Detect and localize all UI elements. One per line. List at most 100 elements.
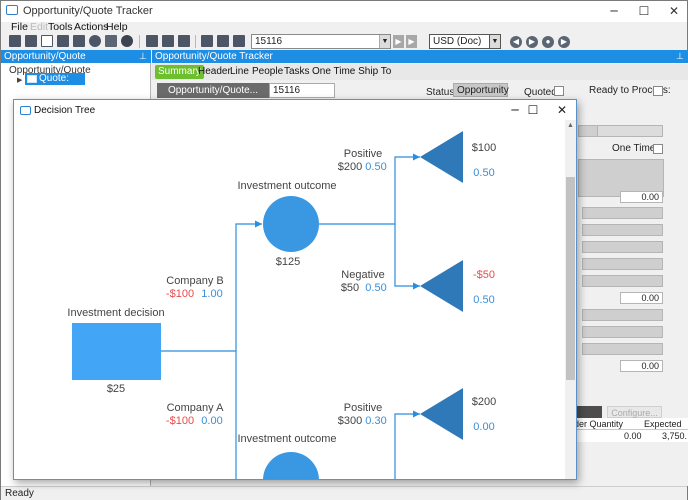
- leaf-2-prob: 0.50: [473, 294, 494, 306]
- quoted-checkbox[interactable]: [554, 86, 564, 96]
- save-icon[interactable]: [57, 35, 69, 47]
- leaf-node-2[interactable]: [420, 260, 463, 312]
- connector-negative-top: [394, 224, 420, 287]
- company-a-cost: -$100: [166, 415, 194, 427]
- binoculars-icon[interactable]: [201, 35, 213, 47]
- tab-one-time-ship-to[interactable]: One Time Ship To: [309, 65, 394, 79]
- refresh-nav-icon[interactable]: ●: [542, 36, 554, 48]
- decision-node[interactable]: [72, 323, 161, 380]
- left-panel-title: Opportunity/Quote: [4, 51, 86, 62]
- cut-icon[interactable]: [146, 35, 158, 47]
- ready-to-process-checkbox[interactable]: [653, 86, 663, 96]
- company-a-prob: 0.00: [201, 415, 222, 427]
- find-icon[interactable]: [9, 35, 21, 47]
- copy-icon[interactable]: [162, 35, 174, 47]
- menu-actions[interactable]: Actions: [74, 21, 108, 33]
- grid-cell-expected: 3,750.: [662, 431, 688, 441]
- outcome-top-value: $125: [276, 256, 300, 268]
- close-button[interactable]: ✕: [661, 3, 687, 19]
- arrow-head: [413, 410, 420, 418]
- tab-tasks[interactable]: Tasks: [281, 65, 313, 79]
- first-record-icon[interactable]: [217, 35, 229, 47]
- menu-edit[interactable]: Edit: [30, 21, 48, 33]
- maximize-button[interactable]: ☐: [631, 3, 657, 19]
- expand-arrow-icon[interactable]: ▶: [17, 76, 22, 84]
- brush-icon[interactable]: [105, 35, 117, 47]
- leaf-3-prob: 0.00: [473, 421, 494, 433]
- menu-file[interactable]: File: [11, 21, 28, 33]
- gray-field: [582, 275, 663, 287]
- chevron-down-icon[interactable]: ▼: [379, 35, 390, 48]
- last-record-icon[interactable]: ▶: [406, 35, 417, 48]
- leaf-1-value: $100: [472, 142, 496, 154]
- positive-bottom-prob: 0.30: [365, 415, 386, 427]
- tabstrip: Summary Header Line People Tasks One Tim…: [152, 64, 688, 80]
- gray-field: [582, 258, 663, 270]
- gray-field: [582, 309, 663, 321]
- negative-top-label: Negative: [341, 269, 384, 281]
- decision-label: Investment decision: [67, 307, 164, 319]
- main-titlebar[interactable]: Opportunity/Quote Tracker ─ ☐ ✕: [1, 1, 687, 22]
- statusbar: Ready: [1, 486, 687, 500]
- positive-top-prob: 0.50: [365, 161, 386, 173]
- positive-top-value: $200: [338, 161, 362, 173]
- arrow-head: [413, 282, 420, 290]
- grid-header: der Quantity Expected Qu: [572, 418, 688, 439]
- one-time-label: One Time:: [612, 143, 659, 154]
- dialog-window-icon: [20, 106, 31, 115]
- negative-top-value: $50: [341, 282, 359, 294]
- folder-icon: [27, 75, 37, 83]
- forward-icon[interactable]: [121, 35, 133, 47]
- back-icon[interactable]: ◀: [510, 36, 522, 48]
- chance-node-top[interactable]: [263, 196, 319, 252]
- menu-tools[interactable]: Tools: [48, 21, 73, 33]
- gray-field: [582, 241, 663, 253]
- company-b-prob: 1.00: [201, 288, 222, 300]
- gray-field: [582, 207, 663, 219]
- scrollbar-thumb[interactable]: [566, 177, 575, 380]
- gray-field: [582, 343, 663, 355]
- decision-tree-dialog: Decision Tree ─ ☐ ✕ Investment decision …: [13, 99, 577, 480]
- status-value: Opportunity: [453, 83, 509, 97]
- value-field: 0.00: [620, 360, 663, 372]
- grid-icon[interactable]: [25, 35, 37, 47]
- configure-button[interactable]: Configure...: [607, 406, 662, 418]
- grid-cell-quantity: 0.00: [624, 431, 642, 441]
- forward-nav-icon[interactable]: ▶: [526, 36, 538, 48]
- company-a-label: Company A: [167, 402, 225, 414]
- attach-icon[interactable]: [73, 35, 85, 47]
- decision-value: $25: [107, 383, 125, 395]
- paste-icon[interactable]: [178, 35, 190, 47]
- chevron-down-icon[interactable]: ▼: [489, 35, 500, 48]
- new-icon[interactable]: [41, 35, 53, 47]
- menu-help[interactable]: Help: [106, 21, 128, 33]
- positive-top-label: Positive: [344, 148, 383, 160]
- dialog-titlebar[interactable]: Decision Tree ─ ☐ ✕: [14, 100, 576, 120]
- one-time-checkbox[interactable]: [653, 144, 663, 154]
- main-window-title: Opportunity/Quote Tracker: [23, 5, 153, 17]
- gray-field: [582, 224, 663, 236]
- record-combo[interactable]: 15116: [251, 34, 391, 49]
- pin-icon[interactable]: ⊥: [676, 50, 684, 63]
- menubar: File Edit Tools Actions Help: [1, 21, 687, 34]
- dialog-maximize-button[interactable]: ☐: [520, 102, 546, 118]
- leaf-node-1[interactable]: [420, 131, 463, 183]
- value-field: 0.00: [620, 292, 663, 304]
- table-row[interactable]: 0.00 3,750.: [572, 430, 688, 442]
- minimize-button[interactable]: ─: [601, 3, 627, 19]
- refresh-icon[interactable]: [89, 35, 101, 47]
- toolbar-separator: [139, 35, 140, 48]
- opportunity-quote-button[interactable]: Opportunity/Quote...: [157, 83, 269, 98]
- next-record-icon[interactable]: ▶: [393, 35, 404, 48]
- leaf-2-value: -$50: [473, 269, 495, 281]
- right-panel-title: Opportunity/Quote Tracker: [155, 51, 273, 62]
- pin-icon[interactable]: ⊥: [139, 50, 147, 63]
- chance-node-bottom[interactable]: [263, 452, 319, 480]
- prev-record-icon[interactable]: [233, 35, 245, 47]
- opportunity-quote-field[interactable]: 15116: [269, 83, 335, 98]
- right-panel-header: Opportunity/Quote Tracker ⊥: [152, 50, 688, 63]
- leaf-node-3[interactable]: [420, 388, 463, 440]
- go-icon[interactable]: ▶: [558, 36, 570, 48]
- scroll-up-icon[interactable]: ▲: [565, 122, 576, 129]
- dialog-close-button[interactable]: ✕: [549, 102, 575, 118]
